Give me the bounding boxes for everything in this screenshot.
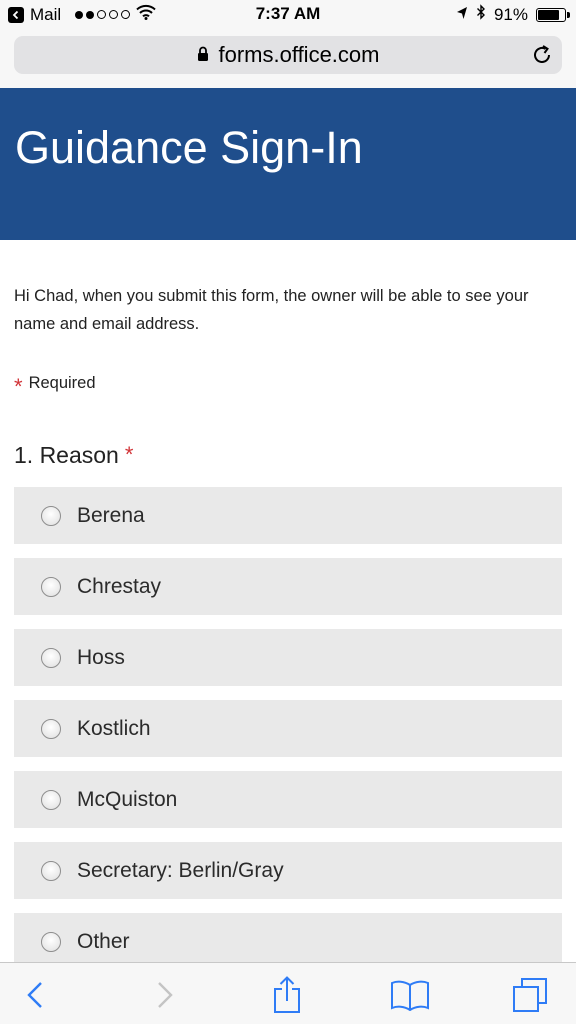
radio-button[interactable] [41,860,61,881]
phone-screen: Mail 7:37 AM 91% forms.office.com Guidan… [0,0,576,1024]
reason-options: Berena Chrestay Hoss Kostlich McQuiston … [14,487,562,984]
bluetooth-icon [476,4,486,25]
radio-button[interactable] [41,718,61,739]
forward-icon[interactable] [144,975,184,1015]
battery-level [538,9,559,20]
option-secretary[interactable]: Secretary: Berlin/Gray [14,842,562,899]
option-label: Chrestay [77,574,162,598]
bookmarks-icon[interactable] [390,975,430,1015]
option-label: McQuiston [77,787,178,811]
reload-icon[interactable] [530,43,554,67]
option-berena[interactable]: Berena [14,487,562,544]
safari-toolbar [0,962,576,1024]
tabs-icon[interactable] [510,975,550,1015]
radio-button[interactable] [41,647,61,668]
option-label: Other [77,929,130,953]
battery-icon [536,7,570,22]
option-label: Hoss [77,645,125,669]
location-arrow-icon [456,5,468,25]
option-label: Berena [77,503,145,527]
question-title: 1. Reason * [14,442,139,469]
required-note: * Required [14,374,96,400]
browser-address-area: forms.office.com [0,30,576,88]
status-right: 91% [456,4,570,25]
radio-button[interactable] [41,576,61,597]
option-hoss[interactable]: Hoss [14,629,562,686]
option-kostlich[interactable]: Kostlich [14,700,562,757]
form-title: Guidance Sign-In [15,122,363,173]
option-chrestay[interactable]: Chrestay [14,558,562,615]
back-icon[interactable] [16,975,56,1015]
radio-button[interactable] [41,931,61,952]
url-text: forms.office.com [218,42,380,67]
form-header-banner: Guidance Sign-In [0,88,576,240]
required-label: Required [28,374,96,392]
battery-percent: 91% [493,4,528,24]
radio-button[interactable] [41,789,61,810]
lock-icon [197,42,209,68]
radio-button[interactable] [41,505,61,526]
form-intro-text: Hi Chad, when you submit this form, the … [14,287,529,333]
question-label: 1. Reason [14,442,119,468]
share-icon[interactable] [267,975,307,1015]
status-bar: Mail 7:37 AM 91% [0,0,576,30]
question-required-asterisk: * [124,442,134,467]
required-asterisk: * [14,374,23,399]
option-label: Secretary: Berlin/Gray [77,858,284,882]
address-bar[interactable]: forms.office.com [14,36,562,74]
option-mcquiston[interactable]: McQuiston [14,771,562,828]
option-label: Kostlich [77,716,151,740]
